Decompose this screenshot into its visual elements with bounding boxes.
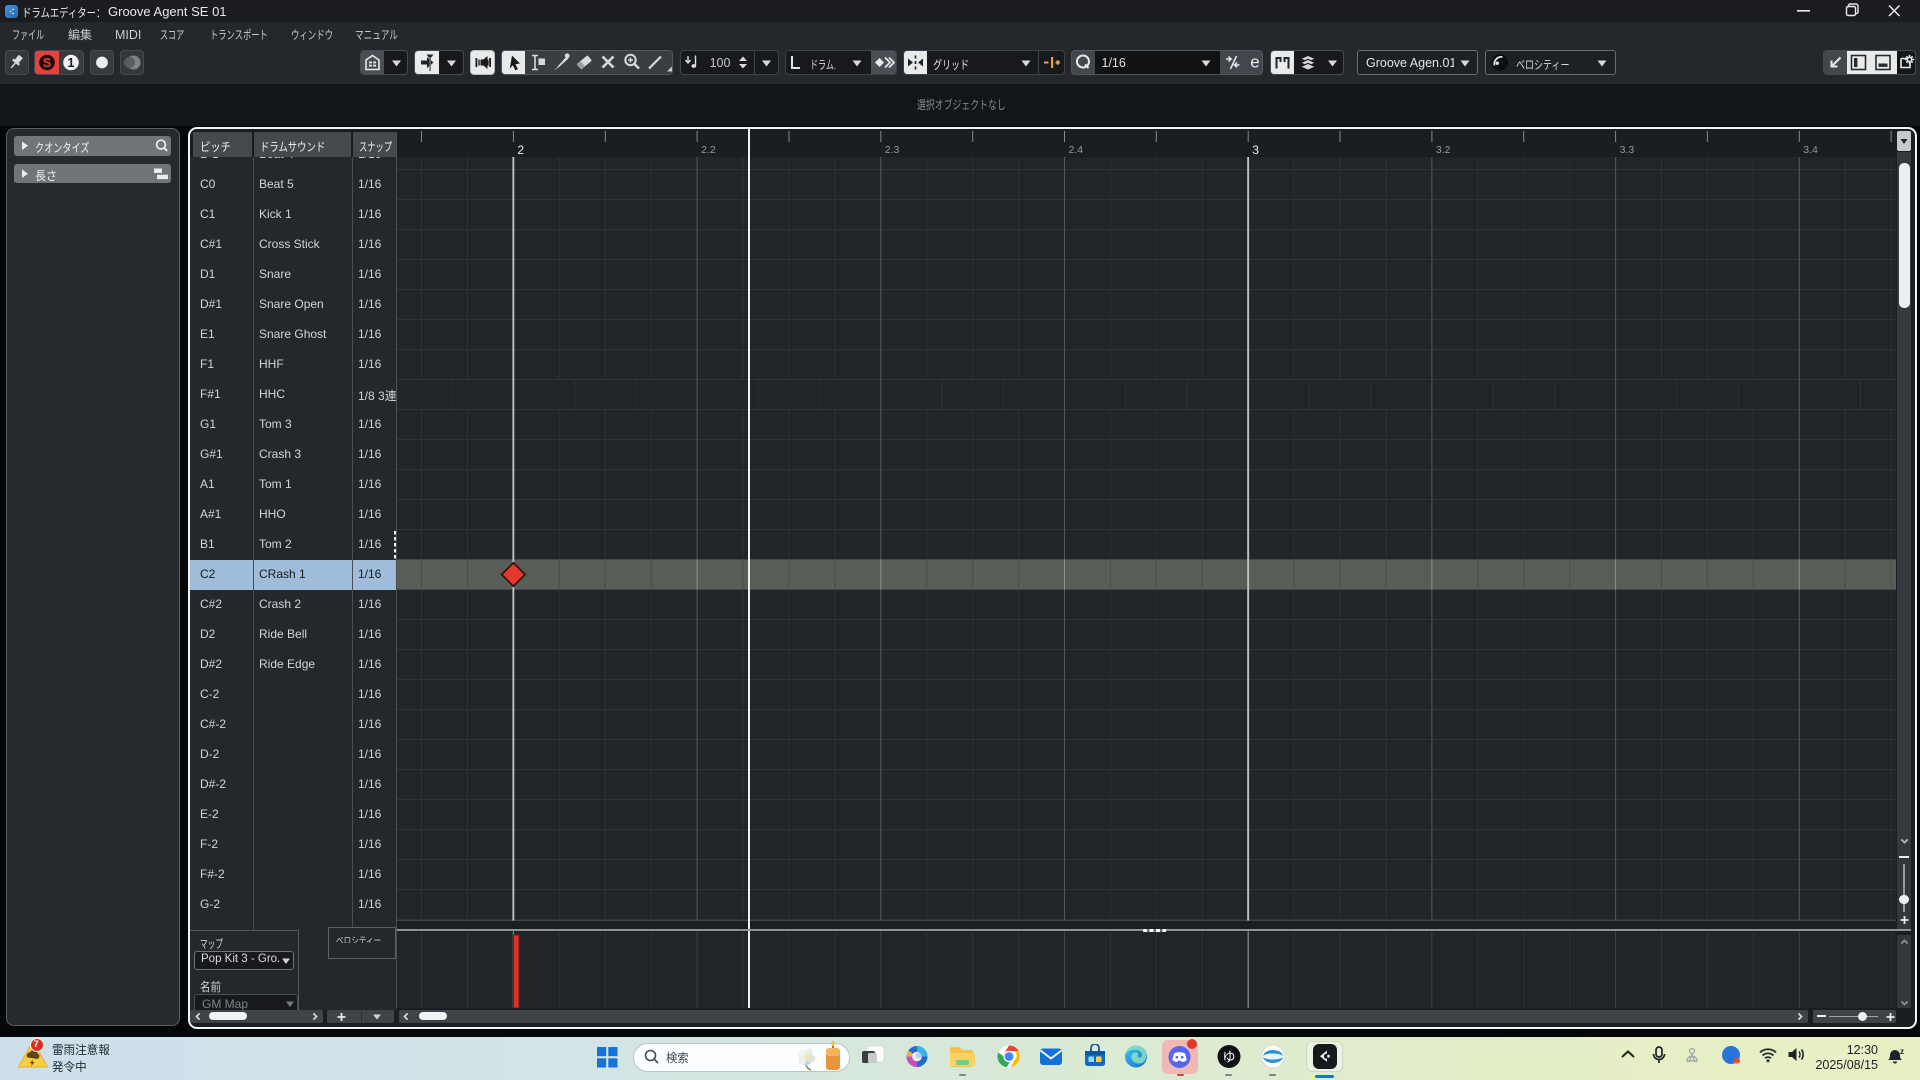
svg-text:2.4: 2.4 (1069, 144, 1084, 156)
svg-text:3.2: 3.2 (1436, 144, 1451, 156)
svg-text:1: 1 (67, 56, 74, 70)
svg-text:e: e (1250, 53, 1259, 72)
svg-text:3.4: 3.4 (1803, 144, 1818, 156)
svg-text:S: S (42, 56, 50, 70)
svg-text:2.3: 2.3 (885, 144, 900, 156)
svg-text:z: z (1900, 1047, 1904, 1056)
svg-text:2: 2 (517, 143, 524, 157)
svg-text:ゆ: ゆ (1222, 1050, 1235, 1065)
svg-text:3: 3 (1252, 143, 1259, 157)
svg-text:3.3: 3.3 (1620, 144, 1635, 156)
svg-text:2.2: 2.2 (701, 144, 716, 156)
